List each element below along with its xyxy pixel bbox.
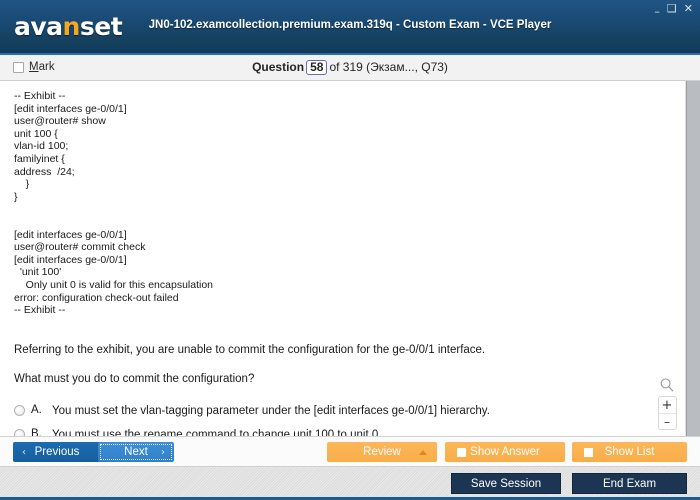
window-title: JN0-102.examcollection.premium.exam.319q… bbox=[148, 19, 552, 31]
review-button[interactable]: Review bbox=[327, 442, 437, 462]
show-list-button[interactable]: Show List bbox=[572, 442, 687, 462]
maximize-icon[interactable]: ❑ bbox=[667, 3, 677, 14]
show-answer-button-label: Show Answer bbox=[470, 446, 540, 458]
content-row: -- Exhibit -- [edit interfaces ge-0/0/1]… bbox=[0, 81, 700, 436]
vce-player-window: avanset JN0-102.examcollection.premium.e… bbox=[0, 0, 700, 500]
question-statement-line1: Referring to the exhibit, you are unable… bbox=[14, 343, 486, 356]
option-text-a: You must set the vlan-tagging parameter … bbox=[52, 404, 490, 417]
right-rail bbox=[686, 81, 700, 436]
show-list-checkbox-icon bbox=[584, 447, 593, 457]
question-counter: Question 58 of 319 (Экзам..., Q73) bbox=[0, 60, 700, 75]
caret-up-icon bbox=[419, 449, 427, 455]
chevron-left-icon: ‹ bbox=[22, 446, 26, 458]
option-text-b: You must use the rename command to chang… bbox=[52, 428, 382, 436]
question-statement-line2: What must you do to commit the configura… bbox=[14, 372, 255, 385]
question-number-box[interactable]: 58 bbox=[306, 60, 328, 75]
zoom-out-button[interactable]: – bbox=[658, 413, 676, 429]
chevron-right-icon: › bbox=[161, 446, 165, 458]
question-counter-label: Question bbox=[252, 60, 305, 74]
exhibit-code-block: -- Exhibit -- [edit interfaces ge-0/0/1]… bbox=[14, 90, 214, 317]
radio-button-a[interactable] bbox=[14, 404, 25, 416]
option-letter-a: A. bbox=[31, 403, 42, 416]
magnifier-icon[interactable] bbox=[659, 377, 675, 393]
save-session-button[interactable]: Save Session bbox=[451, 473, 561, 494]
title-bar: avanset JN0-102.examcollection.premium.e… bbox=[0, 0, 700, 55]
question-content-panel: -- Exhibit -- [edit interfaces ge-0/0/1]… bbox=[0, 81, 686, 436]
end-exam-button[interactable]: End Exam bbox=[572, 473, 687, 494]
window-controls: – ❑ ✕ bbox=[654, 3, 693, 17]
question-header-bar: Mark Question 58 of 319 (Экзам..., Q73) bbox=[0, 55, 700, 81]
next-button-label: Next bbox=[124, 446, 148, 458]
zoom-controls: + – bbox=[657, 377, 677, 430]
previous-button-label: Previous bbox=[34, 446, 80, 458]
navigation-toolbar: ‹ Previous Next › Review Show Answer Sho… bbox=[0, 436, 700, 466]
zoom-button-group: + – bbox=[657, 396, 677, 430]
previous-button[interactable]: ‹ Previous bbox=[13, 442, 101, 462]
review-button-label: Review bbox=[363, 446, 401, 458]
show-answer-button[interactable]: Show Answer bbox=[445, 442, 565, 462]
minimize-icon[interactable]: – bbox=[654, 6, 660, 17]
answer-options-list: A. You must set the vlan-tagging paramet… bbox=[14, 404, 671, 436]
next-button[interactable]: Next › bbox=[98, 442, 174, 462]
close-icon[interactable]: ✕ bbox=[684, 3, 693, 14]
option-letter-b: B. bbox=[31, 427, 42, 436]
status-bar: Save Session End Exam bbox=[0, 466, 700, 500]
zoom-in-button[interactable]: + bbox=[659, 397, 676, 413]
question-counter-suffix: of 319 (Экзам..., Q73) bbox=[329, 60, 448, 74]
answer-option-b[interactable]: B. You must use the rename command to ch… bbox=[14, 428, 671, 436]
answer-option-a[interactable]: A. You must set the vlan-tagging paramet… bbox=[14, 404, 671, 418]
show-list-button-label: Show List bbox=[604, 446, 655, 458]
show-answer-checkbox-icon bbox=[457, 447, 466, 457]
radio-button-b[interactable] bbox=[14, 428, 25, 436]
